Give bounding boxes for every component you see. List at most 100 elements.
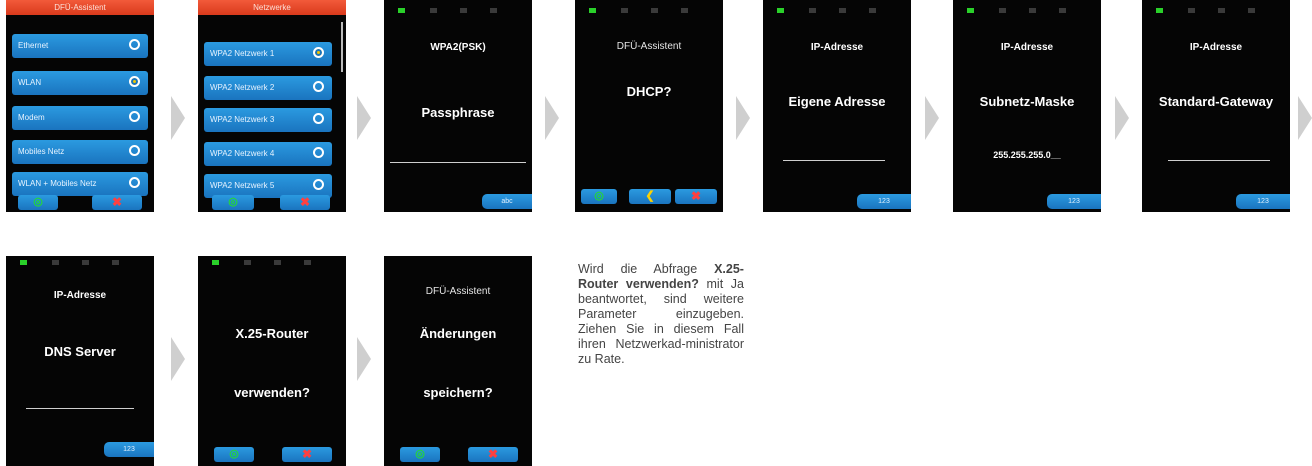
chevron-right-icon [736,96,750,140]
ok-icon: ◎ [33,196,43,208]
no-button[interactable]: ✖ [282,447,332,462]
cancel-button[interactable]: ✖ [92,195,142,210]
led-bar [384,0,532,13]
ok-button[interactable]: ◎ [581,189,617,204]
network-label: WPA2 Netzwerk 1 [210,49,275,58]
description-text: Wird die Abfrage X.25-Router verwenden? … [578,262,744,367]
cancel-icon: ✖ [299,195,311,209]
keyboard-mode-button[interactable]: 123 [1047,194,1101,209]
yes-button[interactable]: ◎ [400,447,440,462]
scrollbar[interactable] [341,22,343,72]
keyboard-mode-button[interactable]: 123 [857,194,911,209]
screen-header: IP-Adresse [1189,42,1243,53]
screen-prompt: Passphrase [421,105,495,120]
led-indicator [869,8,876,13]
cancel-button[interactable]: ✖ [280,195,330,210]
led-indicator [460,8,467,13]
yes-button[interactable]: ◎ [214,447,254,462]
no-button[interactable]: ✖ [468,447,518,462]
menu-item-mobiles-netz[interactable]: Mobiles Netz [12,140,148,164]
menu-item-label: Ethernet [18,41,49,50]
screen-header: DFÜ-Assistent [616,41,682,52]
screen-prompt-line1: X.25-Router [235,326,309,341]
screen-eigene-adresse: IP-Adresse Eigene Adresse 123 [763,0,911,212]
led-indicator [999,8,1006,13]
radio-icon [313,179,324,190]
radio-selected-icon [129,76,140,87]
ok-button[interactable]: ◎ [212,195,254,210]
button-bar: ◎ ✖ [198,192,346,212]
network-item-2[interactable]: WPA2 Netzwerk 2 [204,76,332,100]
screen-standard-gateway: IP-Adresse Standard-Gateway 123 [1142,0,1290,212]
screen-subnetz-maske: IP-Adresse Subnetz-Maske 255.255.255.0__… [953,0,1101,212]
screen-prompt-line2: speichern? [423,385,493,400]
radio-icon [129,111,140,122]
gateway-input[interactable] [1168,160,1270,161]
screen-x25-router: X.25-Router verwenden? ◎ ✖ [198,256,346,466]
chevron-right-icon [357,337,371,381]
network-item-4[interactable]: WPA2 Netzwerk 4 [204,142,332,166]
led-bar [1142,0,1290,13]
screen-title: Netzwerke [198,0,346,15]
back-button[interactable]: ❮ [629,189,671,204]
led-indicator [651,8,658,13]
passphrase-input[interactable] [390,162,526,163]
keyboard-mode-button[interactable]: 123 [1236,194,1290,209]
led-indicator [1218,8,1225,13]
screen-header: IP-Adresse [810,42,864,53]
screen-dfu-assistent: DFÜ-Assistent Ethernet WLAN Modem Mobile… [6,0,154,212]
screen-header: WPA2(PSK) [430,42,486,53]
keyboard-mode-button[interactable]: abc [482,194,532,209]
screen-header: IP-Adresse [1000,42,1054,53]
network-item-3[interactable]: WPA2 Netzwerk 3 [204,108,332,132]
chevron-right-icon [1298,96,1312,140]
led-indicator [839,8,846,13]
menu-item-label: WLAN + Mobiles Netz [18,179,97,188]
menu-item-modem[interactable]: Modem [12,106,148,130]
led-indicator [967,8,974,13]
cancel-icon: ✖ [301,447,313,461]
network-label: WPA2 Netzwerk 3 [210,115,275,124]
led-indicator [1188,8,1195,13]
button-bar: ◎ ✖ [6,192,154,212]
led-indicator [430,8,437,13]
screen-passphrase: WPA2(PSK) Passphrase abc [384,0,532,212]
screen-prompt: Standard-Gateway [1158,94,1274,109]
subnet-value[interactable]: 255.255.255.0__ [953,150,1101,160]
led-indicator [1059,8,1066,13]
cancel-button[interactable]: ✖ [675,189,717,204]
screen-prompt: Eigene Adresse [788,94,886,109]
chevron-right-icon [171,96,185,140]
ip-input[interactable] [783,160,885,161]
button-bar: ◎ ✖ [384,444,532,464]
radio-icon [313,81,324,92]
led-bar [575,0,723,13]
screen-aenderungen-speichern: DFÜ-Assistent Änderungen speichern? ◎ ✖ [384,256,532,466]
led-indicator [304,260,311,265]
keyboard-mode-button[interactable]: 123 [104,442,154,457]
radio-icon [129,177,140,188]
chevron-right-icon [925,96,939,140]
button-bar: ◎ ❮ ✖ [575,186,723,206]
led-indicator [398,8,405,13]
network-label: WPA2 Netzwerk 4 [210,149,275,158]
radio-icon [129,145,140,156]
led-indicator [212,260,219,265]
screen-prompt-line1: Änderungen [419,326,497,341]
led-indicator [809,8,816,13]
led-indicator [490,8,497,13]
led-indicator [82,260,89,265]
led-bar [953,0,1101,13]
menu-item-ethernet[interactable]: Ethernet [12,34,148,58]
radio-icon [313,147,324,158]
ok-button[interactable]: ◎ [18,195,58,210]
network-item-1[interactable]: WPA2 Netzwerk 1 [204,42,332,66]
menu-item-wlan[interactable]: WLAN [12,71,148,95]
dns-input[interactable] [26,408,134,409]
led-bar [198,256,346,268]
screen-dns-server: IP-Adresse DNS Server 123 [6,256,154,466]
network-label: WPA2 Netzwerk 2 [210,83,275,92]
led-indicator [1248,8,1255,13]
led-indicator [52,260,59,265]
ok-icon: ◎ [228,196,238,208]
